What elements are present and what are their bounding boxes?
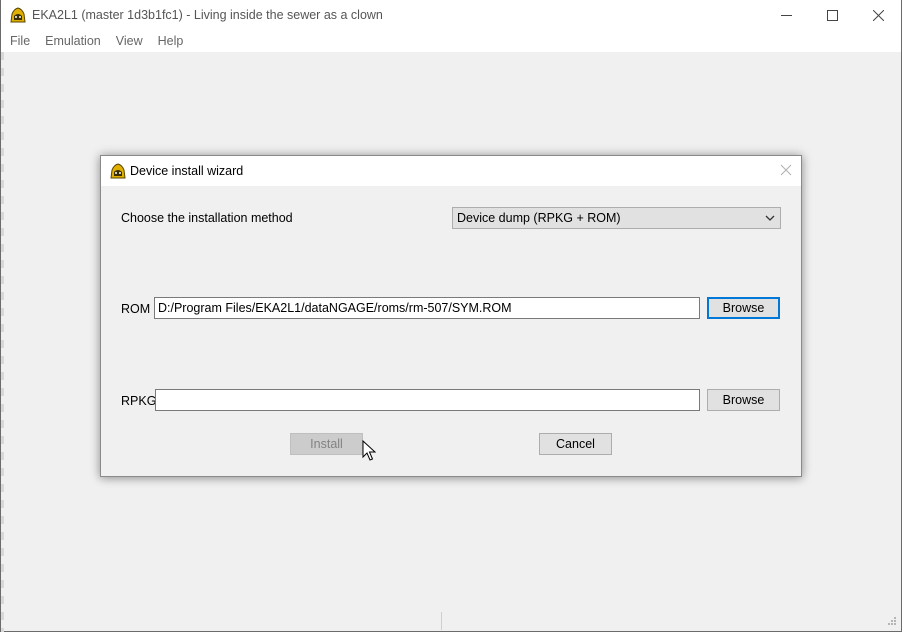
rpkg-label: RPKG bbox=[121, 394, 157, 408]
minimize-icon bbox=[780, 14, 792, 16]
close-icon bbox=[872, 9, 884, 21]
menu-bar: File Emulation View Help bbox=[1, 30, 901, 52]
chevron-down-icon bbox=[765, 215, 775, 221]
status-separator bbox=[441, 612, 442, 630]
method-select-value: Device dump (RPKG + ROM) bbox=[457, 211, 621, 225]
rom-browse-button[interactable]: Browse bbox=[707, 297, 780, 319]
method-select[interactable]: Device dump (RPKG + ROM) bbox=[452, 207, 781, 229]
mouse-pointer-icon bbox=[362, 440, 376, 461]
rom-path-input[interactable] bbox=[154, 297, 700, 319]
rpkg-browse-button[interactable]: Browse bbox=[707, 389, 780, 411]
menu-file[interactable]: File bbox=[3, 30, 36, 52]
dialog-title-bar[interactable]: Device install wizard bbox=[101, 156, 801, 186]
close-button[interactable] bbox=[855, 0, 901, 30]
menu-view[interactable]: View bbox=[109, 30, 149, 52]
method-label: Choose the installation method bbox=[121, 211, 293, 225]
window-title: EKA2L1 (master 1d3b1fc1) - Living inside… bbox=[32, 8, 383, 22]
menu-emulation[interactable]: Emulation bbox=[38, 30, 107, 52]
resize-grip-icon[interactable] bbox=[885, 616, 897, 628]
window-edge bbox=[1, 52, 4, 632]
device-install-dialog: Device install wizard Choose the install… bbox=[100, 155, 802, 477]
menu-help[interactable]: Help bbox=[151, 30, 190, 52]
maximize-button[interactable] bbox=[809, 0, 855, 30]
maximize-icon bbox=[826, 9, 838, 21]
cancel-button[interactable]: Cancel bbox=[539, 433, 612, 455]
title-bar[interactable]: EKA2L1 (master 1d3b1fc1) - Living inside… bbox=[1, 0, 901, 30]
eka2l1-logo-icon bbox=[110, 163, 126, 179]
rpkg-path-input[interactable] bbox=[155, 389, 700, 411]
eka2l1-logo-icon bbox=[10, 7, 26, 23]
rom-label: ROM bbox=[121, 302, 151, 316]
close-icon[interactable] bbox=[779, 163, 793, 177]
minimize-button[interactable] bbox=[763, 0, 809, 30]
install-button[interactable]: Install bbox=[290, 433, 363, 455]
dialog-title: Device install wizard bbox=[130, 164, 244, 178]
